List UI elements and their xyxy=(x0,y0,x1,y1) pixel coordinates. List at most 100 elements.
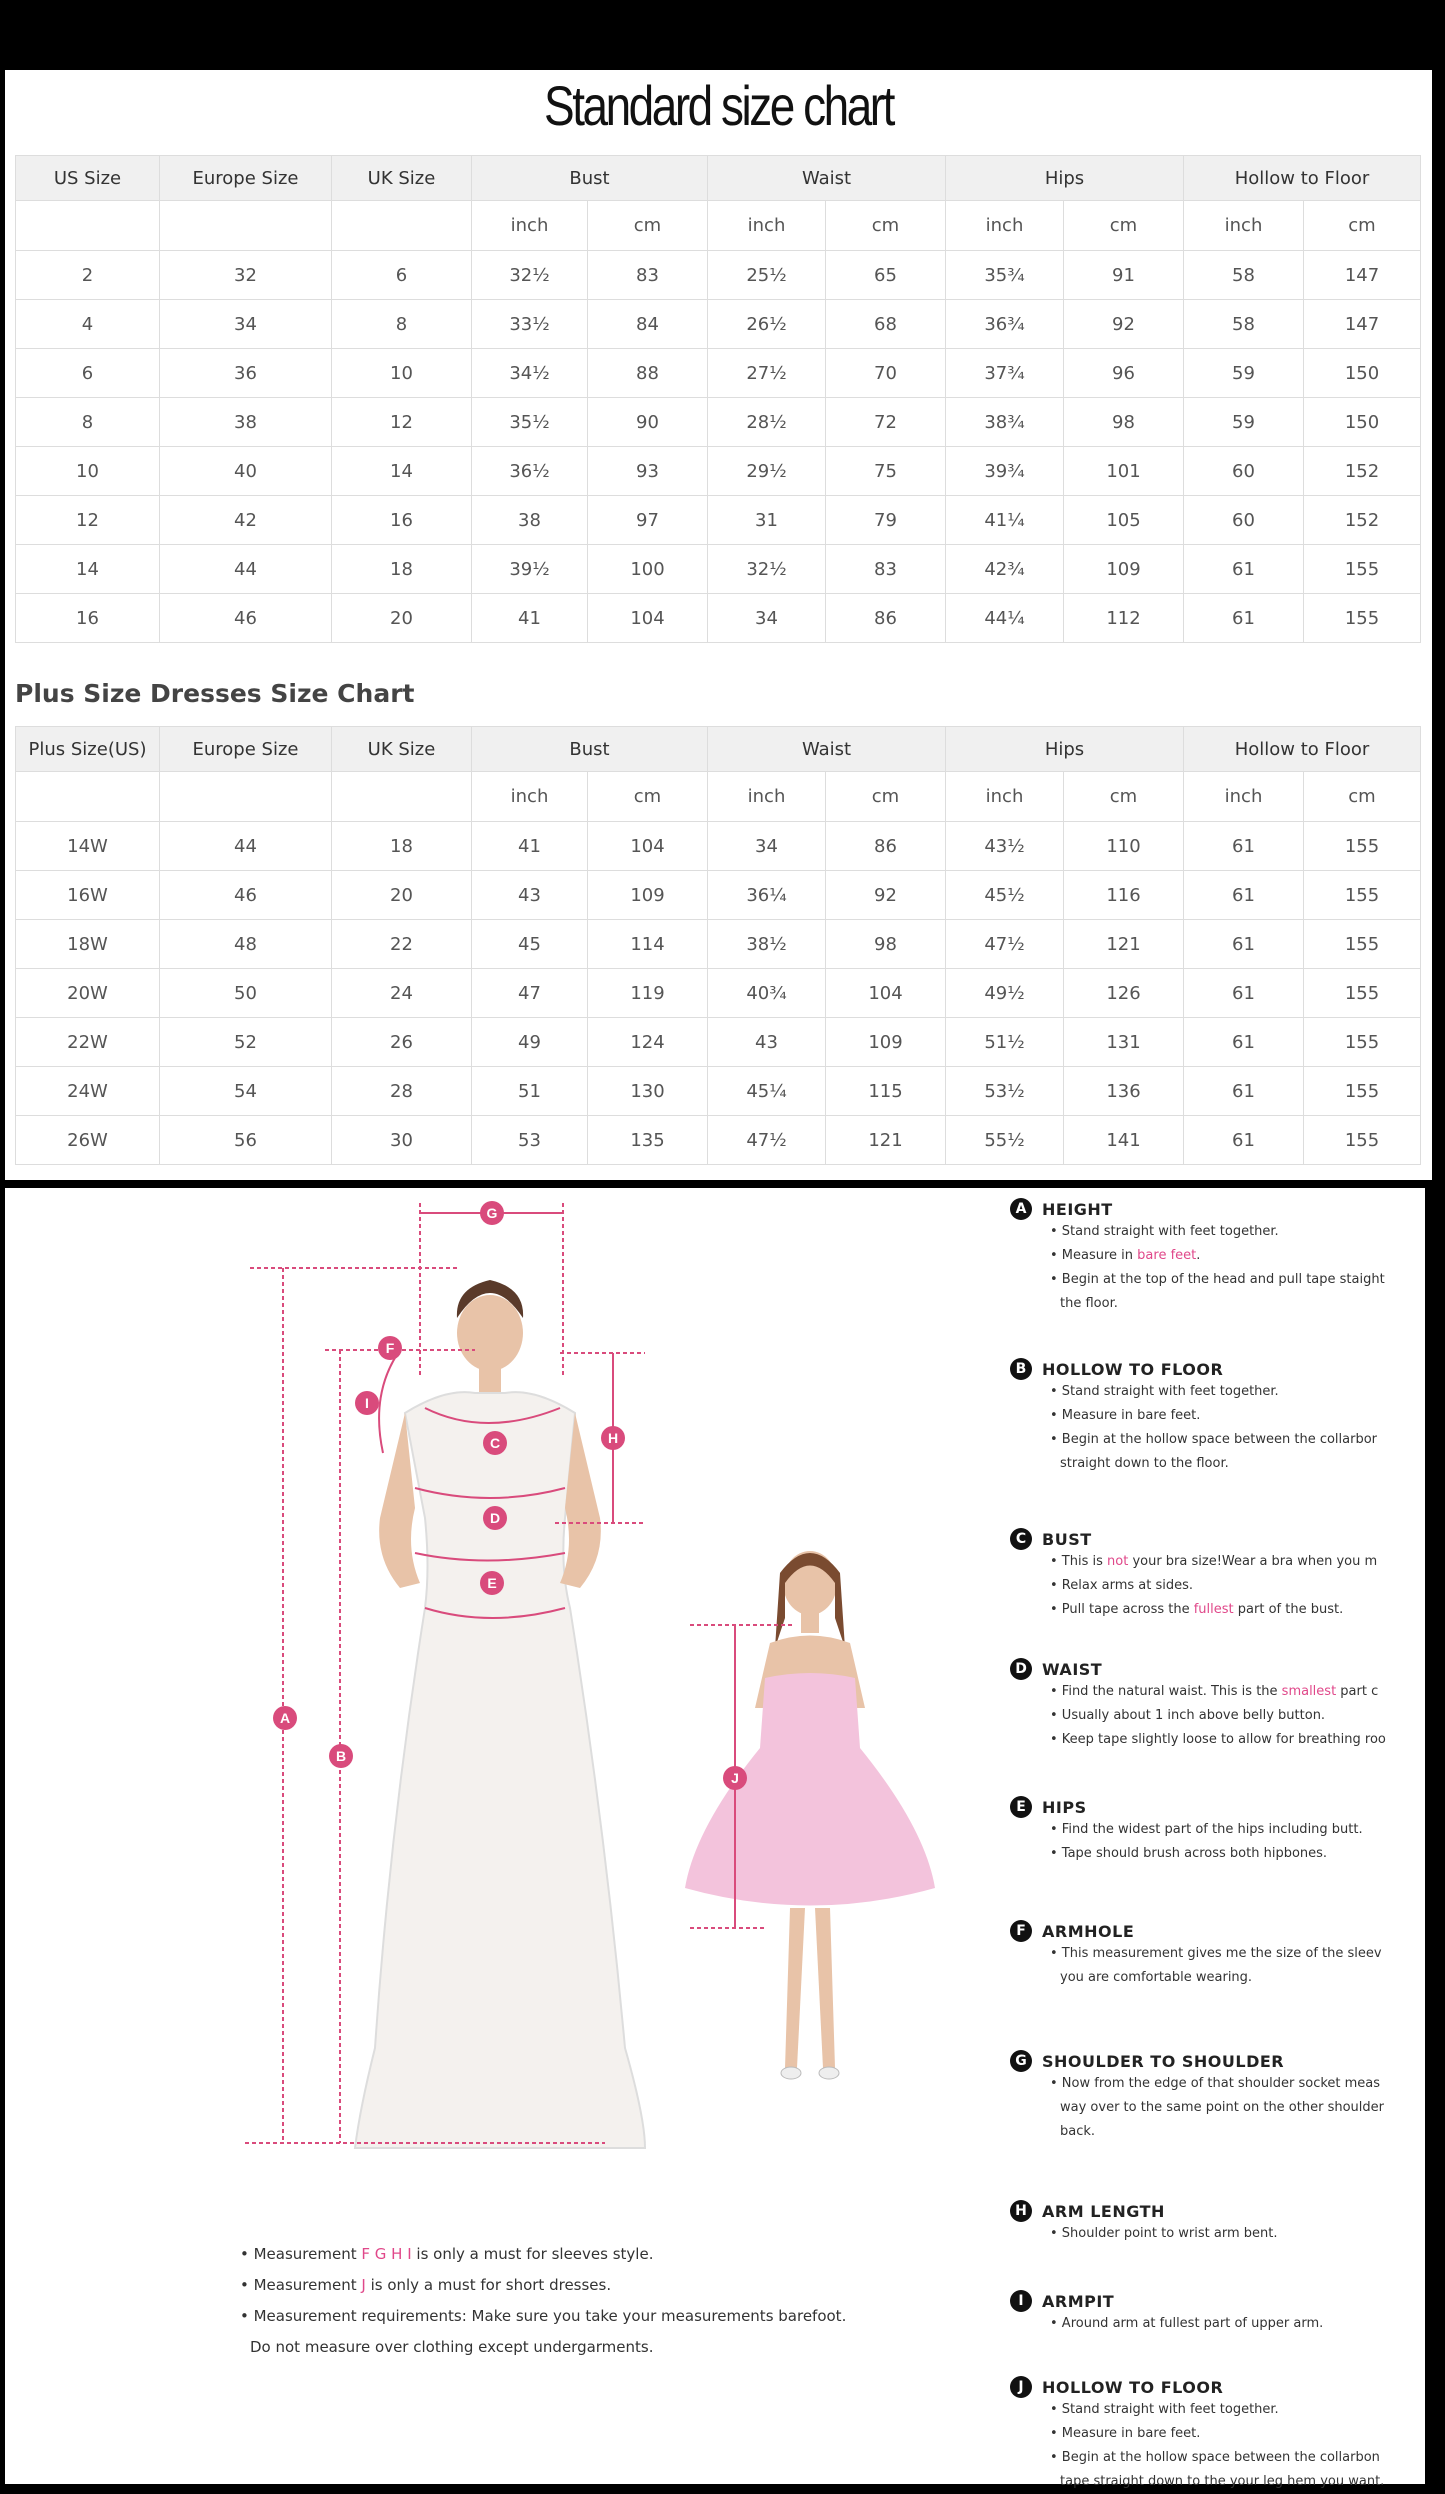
step-line: way over to the same point on the other … xyxy=(1060,2100,1384,2115)
table-cell: 8 xyxy=(15,397,160,447)
table-row: 6 36 10 34½ 88 27½ 70 37¾ 96 59 150 xyxy=(15,348,1421,398)
table-cell: 147 xyxy=(1303,250,1421,300)
marker-b: B xyxy=(329,1744,353,1768)
step-line: • Relax arms at sides. xyxy=(1050,1578,1194,1593)
step-line: • Begin at the hollow space between the … xyxy=(1050,2450,1380,2465)
table-cell: 98 xyxy=(1063,397,1184,447)
size-chart-panel: Standard size chart US Size Europe Size UK… xyxy=(5,70,1432,1180)
table-cell: 121 xyxy=(825,1115,946,1165)
standard-header-cell: Waist xyxy=(707,155,946,201)
table-cell: 28 xyxy=(331,1066,472,1116)
step-line: • Begin at the hollow space between the … xyxy=(1050,1432,1378,1447)
table-cell: 44 xyxy=(159,544,332,594)
table-cell: 75 xyxy=(825,446,946,496)
step-line: • Keep tape slightly loose to allow for … xyxy=(1050,1732,1386,1747)
step-d: D WAIST • Find the natural waist. This is … xyxy=(1010,1658,1420,1752)
table-cell: 93 xyxy=(587,446,708,496)
step-line: back. xyxy=(1060,2124,1096,2139)
step-title: ARMPIT xyxy=(1042,2291,1115,2311)
table-cell: 41¼ xyxy=(945,495,1064,545)
table-cell: 38¾ xyxy=(945,397,1064,447)
table-cell: 96 xyxy=(1063,348,1184,398)
plus-header-cell: Plus Size(US) xyxy=(15,726,160,772)
table-cell: 109 xyxy=(587,870,708,920)
table-cell: 31 xyxy=(707,495,826,545)
plus-size-table: Plus Size(US) Europe Size UK Size Bust Waist… xyxy=(15,726,1421,1165)
table-cell: 147 xyxy=(1303,299,1421,349)
step-line: • This measurement gives me the size of … xyxy=(1050,1946,1382,1961)
table-row: 16W 46 20 43 109 36¼ 92 45½ 116 61 155 xyxy=(15,870,1421,920)
empty-cell xyxy=(331,771,472,822)
table-cell: 22 xyxy=(331,919,472,969)
table-cell: 61 xyxy=(1183,593,1304,643)
standard-header-cell: US Size xyxy=(15,155,160,201)
empty-cell xyxy=(15,200,160,251)
standard-header-cell: Hips xyxy=(945,155,1184,201)
step-c: C BUST • This is not your bra size!Wear a … xyxy=(1010,1528,1420,1622)
standard-header-row: US Size Europe Size UK Size Bust Waist Hips Ho… xyxy=(15,155,1421,201)
table-row: 26W 56 30 53 135 47½ 121 55½ 141 61 155 xyxy=(15,1115,1421,1165)
table-cell: 91 xyxy=(1063,250,1184,300)
step-line: • Stand straight with feet together. xyxy=(1050,2402,1279,2417)
step-line: • Around arm at fullest part of upper ar… xyxy=(1050,2316,1324,2331)
table-cell: 34 xyxy=(159,299,332,349)
table-cell: 46 xyxy=(159,870,332,920)
step-lines: • Find the widest part of the hips inclu… xyxy=(1050,1818,1420,1866)
step-title: ARMHOLE xyxy=(1042,1921,1135,1941)
table-row: 20W 50 24 47 119 40¾ 104 49½ 126 61 155 xyxy=(15,968,1421,1018)
unit-cell: inch xyxy=(471,200,588,251)
svg-text:A: A xyxy=(280,1710,290,1726)
table-cell: 39½ xyxy=(471,544,588,594)
marker-j: J xyxy=(723,1766,747,1790)
table-cell: 115 xyxy=(825,1066,946,1116)
step-lines: • Now from the edge of that shoulder soc… xyxy=(1050,2072,1420,2144)
svg-text:E: E xyxy=(487,1575,496,1591)
step-header: E HIPS xyxy=(1010,1796,1420,1818)
table-cell: 36½ xyxy=(471,446,588,496)
step-title: ARM LENGTH xyxy=(1042,2201,1165,2221)
standard-size-table: US Size Europe Size UK Size Bust Waist Hips Ho… xyxy=(15,155,1421,643)
table-row: 18W 48 22 45 114 38½ 98 47½ 121 61 155 xyxy=(15,919,1421,969)
step-line: • Find the natural waist. This is the sm… xyxy=(1050,1684,1379,1699)
standard-header-cell: Hollow to Floor xyxy=(1183,155,1421,201)
step-lines: • Stand straight with feet together. • Me… xyxy=(1050,1220,1420,1316)
table-cell: 48 xyxy=(159,919,332,969)
note-line: • Measurement requirements: Make sure yo… xyxy=(240,2307,847,2325)
step-title: HIPS xyxy=(1042,1797,1087,1817)
table-cell: 98 xyxy=(825,919,946,969)
table-cell: 34 xyxy=(707,821,826,871)
step-j: J HOLLOW TO FLOOR • Stand straight with fe… xyxy=(1010,2376,1420,2494)
table-cell: 86 xyxy=(825,593,946,643)
table-row: 2 32 6 32½ 83 25½ 65 35¾ 91 58 147 xyxy=(15,250,1421,300)
step-header: J HOLLOW TO FLOOR xyxy=(1010,2376,1420,2398)
table-cell: 20 xyxy=(331,870,472,920)
plus-header-cell: Bust xyxy=(471,726,708,772)
table-cell: 121 xyxy=(1063,919,1184,969)
unit-cell: inch xyxy=(707,200,826,251)
table-cell: 109 xyxy=(1063,544,1184,594)
marker-f: F xyxy=(378,1336,402,1360)
table-cell: 26W xyxy=(15,1115,160,1165)
step-letter-badge: E xyxy=(1010,1796,1032,1818)
table-cell: 40¾ xyxy=(707,968,826,1018)
step-line: straight down to the floor. xyxy=(1060,1456,1229,1471)
empty-cell xyxy=(15,771,160,822)
table-cell: 109 xyxy=(825,1017,946,1067)
table-cell: 155 xyxy=(1303,919,1421,969)
measurement-guide-panel: A B C D E F G H I J • Measurement F G H I is only… xyxy=(5,1188,1425,2489)
table-cell: 79 xyxy=(825,495,946,545)
table-cell: 30 xyxy=(331,1115,472,1165)
step-header: F ARMHOLE xyxy=(1010,1920,1420,1942)
table-cell: 49 xyxy=(471,1017,588,1067)
table-cell: 41 xyxy=(471,593,588,643)
table-cell: 116 xyxy=(1063,870,1184,920)
step-line: • Measure in bare feet. xyxy=(1050,2426,1201,2441)
marker-h: H xyxy=(601,1426,625,1450)
table-cell: 155 xyxy=(1303,1066,1421,1116)
table-cell: 33½ xyxy=(471,299,588,349)
table-cell: 104 xyxy=(587,821,708,871)
table-cell: 155 xyxy=(1303,593,1421,643)
step-letter-badge: J xyxy=(1010,2376,1032,2398)
table-cell: 61 xyxy=(1183,919,1304,969)
step-a: A HEIGHT • Stand straight with feet togeth… xyxy=(1010,1198,1420,1316)
